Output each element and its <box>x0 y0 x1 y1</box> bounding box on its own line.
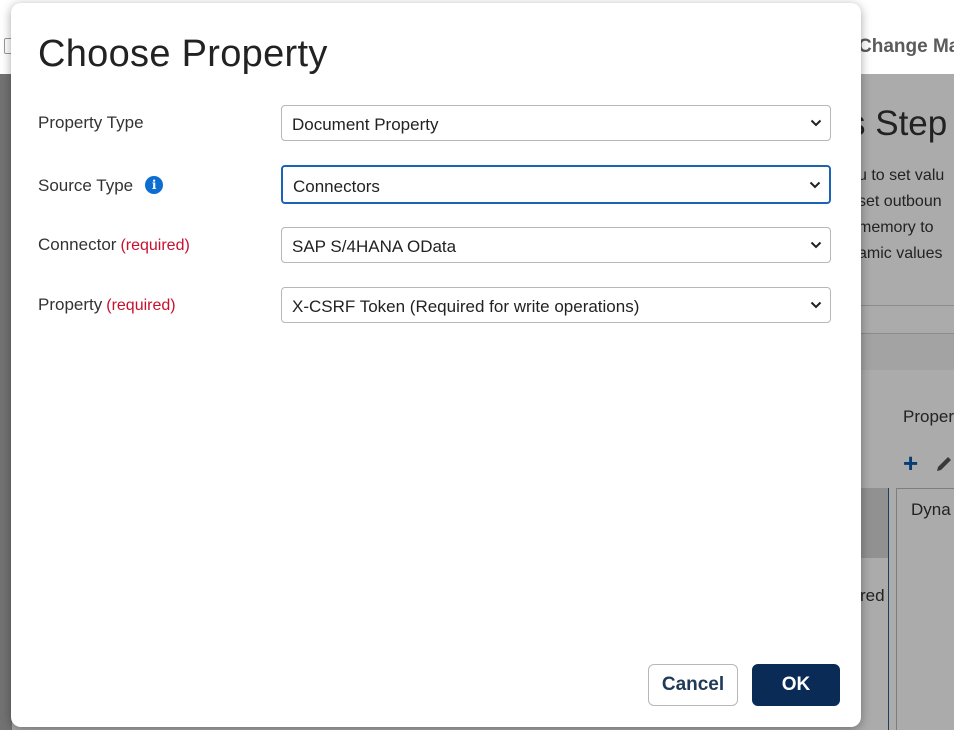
source-type-label-text: Source Type <box>38 176 134 195</box>
property-type-select[interactable]: Document Property <box>281 105 831 141</box>
chevron-down-icon <box>810 301 822 309</box>
required-indicator: (required) <box>106 297 176 314</box>
connector-select[interactable]: SAP S/4HANA OData <box>281 227 831 263</box>
dialog-title: Choose Property <box>38 33 328 75</box>
source-type-select[interactable]: Connectors <box>281 165 831 204</box>
chevron-down-icon <box>810 241 822 249</box>
property-type-label: Property Type <box>38 113 144 133</box>
app-title: Change Ma <box>858 36 954 57</box>
chevron-down-icon <box>810 119 822 127</box>
property-value: X-CSRF Token (Required for write operati… <box>292 297 640 316</box>
connector-value: SAP S/4HANA OData <box>292 237 457 256</box>
property-type-label-text: Property Type <box>38 113 144 132</box>
source-type-value: Connectors <box>293 177 380 196</box>
property-label: Property (required) <box>38 295 176 315</box>
source-type-label: Source Type i <box>38 176 164 196</box>
property-select[interactable]: X-CSRF Token (Required for write operati… <box>281 287 831 323</box>
required-indicator: (required) <box>120 237 190 254</box>
connector-label: Connector (required) <box>38 235 190 255</box>
ok-button[interactable]: OK <box>752 664 840 706</box>
cancel-button[interactable]: Cancel <box>648 664 738 706</box>
info-icon[interactable]: i <box>145 176 164 194</box>
connector-label-text: Connector <box>38 235 117 254</box>
chevron-down-icon <box>809 181 821 189</box>
choose-property-dialog: Choose Property Property Type Document P… <box>11 3 861 727</box>
property-type-value: Document Property <box>292 115 439 134</box>
property-label-text: Property <box>38 295 103 314</box>
